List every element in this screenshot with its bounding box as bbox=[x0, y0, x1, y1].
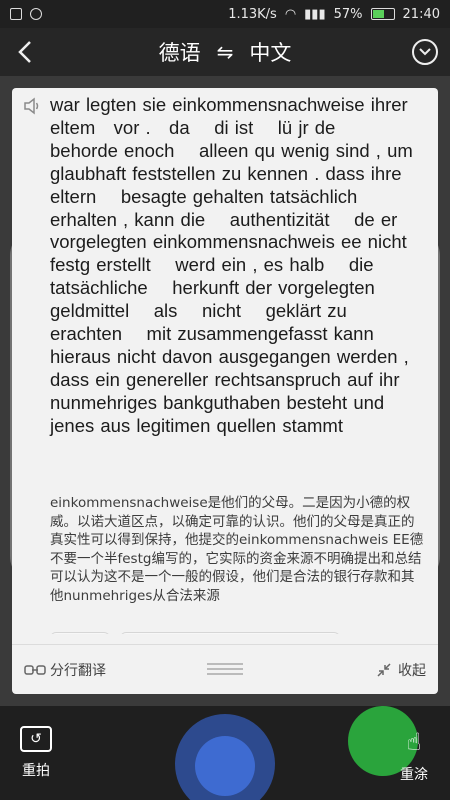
bottom-toolbar: ↺ 重拍 ☝ 重涂 bbox=[0, 706, 450, 800]
action-chip[interactable] bbox=[50, 632, 110, 634]
minus-circle-icon bbox=[30, 8, 42, 20]
camera-retake-icon: ↺ bbox=[20, 726, 52, 752]
translated-text: einkommensnachweise是他们的父母。二是因为小德的权威。以诺大道… bbox=[50, 495, 424, 604]
status-bar: 1.13K/s ◠ ▮▮▮ 57% 21:40 bbox=[0, 0, 450, 28]
clock: 21:40 bbox=[402, 6, 440, 22]
translation-content[interactable]: war legten sie einkommensnachweise ihrer… bbox=[12, 88, 438, 634]
action-chip[interactable] bbox=[120, 632, 340, 634]
back-button[interactable] bbox=[12, 38, 40, 66]
swap-languages-icon[interactable]: ⇋ bbox=[217, 40, 234, 64]
split-translate-label: 分行翻译 bbox=[50, 662, 106, 679]
back-arrow-icon bbox=[18, 41, 31, 63]
wifi-icon: ◠ bbox=[284, 6, 297, 22]
hand-pointer-icon: ☝ bbox=[406, 728, 422, 756]
signal-icon: ▮▮▮ bbox=[304, 6, 326, 22]
source-text: war legten sie einkommensnachweise ihrer… bbox=[50, 94, 432, 436]
source-language[interactable]: 德语 bbox=[159, 37, 201, 67]
battery-percent: 57% bbox=[333, 6, 363, 22]
speaker-icon[interactable] bbox=[22, 96, 44, 118]
split-lines-icon bbox=[24, 664, 46, 675]
repaint-label: 重涂 bbox=[400, 767, 428, 783]
chevron-down-icon bbox=[419, 48, 431, 56]
retake-label: 重拍 bbox=[22, 763, 50, 779]
collapse-label: 收起 bbox=[398, 662, 426, 679]
more-menu-button[interactable] bbox=[412, 39, 438, 65]
network-speed: 1.13K/s bbox=[228, 6, 277, 22]
retake-button[interactable]: ↺ 重拍 bbox=[16, 726, 56, 780]
collapse-button[interactable]: 收起 bbox=[376, 660, 426, 680]
image-notification-icon bbox=[10, 8, 22, 20]
magnifier-icon bbox=[195, 736, 255, 796]
collapse-arrows-icon bbox=[377, 662, 391, 677]
drag-handle[interactable] bbox=[207, 663, 243, 675]
card-footer: 分行翻译 收起 bbox=[12, 644, 438, 694]
split-translate-button[interactable]: 分行翻译 bbox=[24, 660, 106, 680]
battery-icon bbox=[370, 8, 395, 20]
translation-card: war legten sie einkommensnachweise ihrer… bbox=[12, 88, 438, 694]
repaint-button[interactable]: ☝ 重涂 bbox=[392, 728, 436, 784]
target-language[interactable]: 中文 bbox=[249, 37, 291, 67]
app-header: 德语 ⇋ 中文 bbox=[0, 28, 450, 76]
